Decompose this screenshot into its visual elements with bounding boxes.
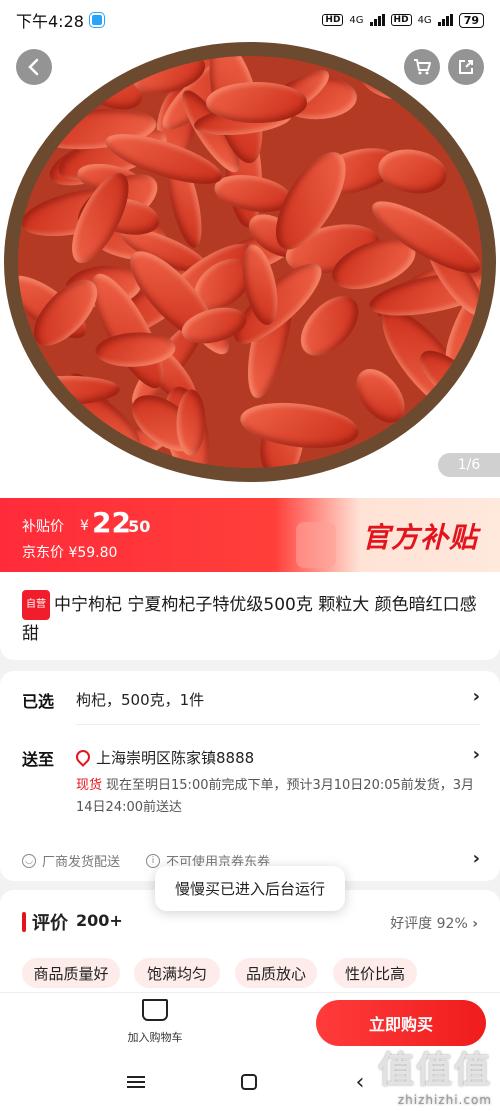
toast-message: 慢慢买已进入后台运行 [155,866,345,911]
section-accent-bar [22,912,26,932]
buy-now-button[interactable]: 立即购买 [316,1000,486,1046]
subsidy-currency: ¥ [80,518,89,534]
service-manufacturer: ◡ 厂商发货配送 [22,851,120,870]
chevron-right-icon: › [472,744,480,765]
signal-icon [369,14,385,26]
divider [76,724,480,725]
official-subsidy-logo: 官方补贴 [361,521,478,554]
goji-berry [237,397,362,454]
smile-icon: ◡ [22,853,36,868]
menu-icon[interactable] [122,1068,150,1096]
status-time: 下午4:28 [16,12,84,31]
subsidy-price-decimal: .50 [122,517,151,536]
home-button[interactable] [235,1068,263,1096]
goji-berry [206,82,308,124]
delivery-info: 现货 现在至明日15:00前完成下单，预计3月10日20:05前发货，3月14日2… [76,778,475,815]
subsidy-label: 补贴价 [22,519,64,535]
product-title: 自营 中宁枸杞 宁夏枸杞子特优级500克 颗粒大 颜色暗红口感甜 [22,590,480,648]
review-tag[interactable]: 商品质量好 [22,958,120,988]
hd-icon: HD [322,14,344,26]
info-icon: i [146,853,160,868]
location-pin-icon [73,747,93,767]
watermark-logo: 值值值 [377,1050,492,1091]
share-icon [459,60,473,74]
services-chevron-icon[interactable]: › [473,848,480,869]
back-nav-button[interactable]: ‹ [346,1068,374,1096]
watermark-url: zhizhizhi.com [397,1093,492,1107]
product-title-card: 自营 中宁枸杞 宁夏枸杞子特优级500克 颗粒大 颜色暗红口感甜 [0,572,500,660]
selected-value: 枸杞，500克，1件 [76,691,205,709]
network-type-1: 4G [349,14,364,26]
hd-icon-2: HD [390,14,412,26]
self-operated-badge: 自营 [22,590,50,620]
red-packet-icon [296,522,336,568]
goji-berries-image [18,56,482,468]
cart-icon [414,59,431,75]
watermark: 值值值 zhizhizhi.com [378,1041,492,1107]
review-tag[interactable]: 饱满均匀 [134,958,220,988]
reviews-count: 200+ [76,911,123,930]
app-notification-icon [89,13,104,27]
jd-price: 京东价 ¥59.80 [22,545,118,561]
back-nav-icon: ‹ [355,1069,365,1095]
status-bar: 下午4:28 HD 4G HD 4G 79 [0,0,500,40]
options-card: 已选 枸杞，500克，1件 › 送至 上海崇明区陈家镇8888 › 现货 现在至明… [0,671,500,881]
ship-to-label: 送至 [22,750,55,769]
network-type-2: 4G [417,14,432,26]
review-tag[interactable]: 性价比高 [333,958,417,988]
address: 上海崇明区陈家镇8888 [73,747,254,768]
signal-icon-2 [437,14,453,26]
positive-rate[interactable]: 好评度 92% › [390,913,478,933]
back-arrow-icon [28,58,39,76]
chevron-right-icon: › [472,686,480,707]
cart-icon [142,999,168,1021]
selected-row[interactable]: 已选 枸杞，500克，1件 › [0,671,500,725]
battery-icon: 79 [458,12,484,28]
share-button[interactable] [448,49,484,85]
subsidy-price-banner: 补贴价 ¥ 22 .50 京东价 ¥59.80 官方补贴 [0,498,500,572]
add-to-cart-label: 加入购物车 [127,1031,183,1044]
bowl-image [4,42,496,482]
home-icon [241,1074,257,1090]
back-button[interactable] [16,49,52,85]
selected-label: 已选 [22,692,55,711]
system-navigation-bar: ‹ 值值值 zhizhizhi.com [0,1050,500,1111]
review-tag[interactable]: 品质放心 [235,958,317,988]
status-icons: HD 4G HD 4G 79 [322,12,484,28]
stock-status: 现货 [76,778,103,793]
image-counter: 1/6 [438,453,500,477]
reviews-title: 评价 [32,913,68,934]
add-to-cart-button[interactable]: 加入购物车 [120,999,190,1045]
cart-button[interactable] [404,49,440,85]
